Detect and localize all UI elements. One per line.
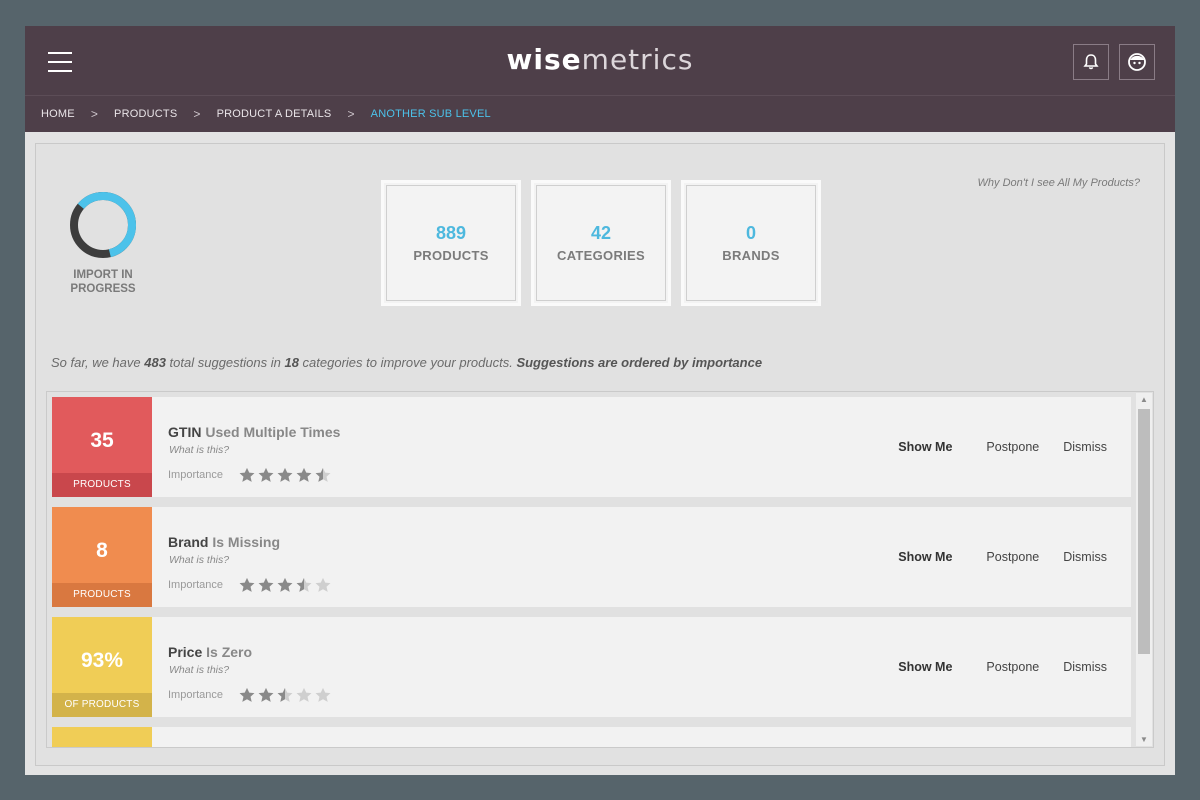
user-face-icon (1128, 53, 1146, 71)
importance-star-icon (296, 687, 312, 702)
importance-star-icon (258, 577, 274, 592)
stat-products-card[interactable]: 889 PRODUCTS (381, 180, 521, 306)
suggestion-badge: 8 PRODUCTS (52, 507, 152, 607)
suggestion-card: 8 PRODUCTS Brand Is Missing What is this? Im… (52, 507, 1131, 607)
import-progress-label: IMPORT IN PROGRESS (70, 269, 136, 295)
badge-value: 8 (96, 539, 108, 562)
stat-value: 0 (745, 223, 756, 243)
suggestion-card: 35 PRODUCTS GTIN Used Multiple Times What i… (52, 397, 1131, 497)
notifications-button[interactable] (1073, 44, 1109, 80)
scrollbar[interactable]: ▲ ▼ (1136, 393, 1152, 746)
importance-stars (238, 467, 333, 483)
show-me-button[interactable]: Show Me (898, 550, 952, 564)
importance-star-icon (239, 467, 255, 482)
scrollbar-thumb[interactable] (1138, 409, 1150, 654)
breadcrumb-products[interactable]: PRODUCTS (114, 108, 177, 120)
profile-button[interactable] (1119, 44, 1155, 80)
stat-categories-card[interactable]: 42 CATEGORIES (531, 180, 671, 306)
importance-star-icon (239, 577, 255, 592)
suggestion-actions: Show Me Postpone Dismiss (898, 660, 1107, 674)
import-progress: IMPORT IN PROGRESS (58, 190, 148, 296)
stat-value: 889 (435, 223, 467, 243)
suggestion-title: GTIN Used Multiple Times (168, 424, 341, 440)
donut-progress-arc (70, 192, 136, 258)
badge-label: PRODUCTS (52, 473, 152, 497)
suggestion-card: 93% OF PRODUCTS Price Is Zero What is this?… (52, 617, 1131, 717)
postpone-button[interactable]: Postpone (986, 550, 1039, 564)
importance-stars (238, 687, 333, 703)
suggestion-badge: 35 PRODUCTS (52, 397, 152, 497)
badge-value: 93% (80, 649, 124, 672)
what-is-this-link[interactable]: What is this? (169, 444, 229, 456)
wisemetrics-logo: wisemetrics (506, 43, 694, 76)
badge-label: OF PRODUCTS (52, 693, 152, 717)
why-products-link[interactable]: Why Don't I see All My Products? (978, 177, 1140, 189)
dismiss-button[interactable]: Dismiss (1063, 660, 1107, 674)
chevron-right-icon: > (90, 107, 99, 121)
content-panel: IMPORT IN PROGRESS 889 PRODUCTS 42 CATEGO… (35, 143, 1165, 766)
dismiss-button[interactable]: Dismiss (1063, 550, 1107, 564)
suggestions-list: 35 PRODUCTS GTIN Used Multiple Times What i… (46, 391, 1154, 748)
suggestion-card (52, 727, 1131, 747)
suggestion-badge (52, 727, 152, 747)
badge-label: PRODUCTS (52, 583, 152, 607)
import-progress-donut (70, 192, 136, 258)
badge-value: 35 (90, 429, 114, 452)
suggestion-title: Price Is Zero (168, 644, 253, 660)
importance-label: Importance (168, 689, 224, 701)
postpone-button[interactable]: Postpone (986, 440, 1039, 454)
suggestion-actions: Show Me Postpone Dismiss (898, 440, 1107, 454)
breadcrumb-product-a-details[interactable]: PRODUCT A DETAILS (217, 108, 332, 120)
stat-label: BRANDS (722, 248, 780, 263)
importance-star-icon (258, 467, 274, 482)
top-header: wisemetrics (25, 26, 1175, 95)
suggestion-badge: 93% OF PRODUCTS (52, 617, 152, 717)
importance-star-icon (277, 577, 293, 592)
suggestion-title: Brand Is Missing (168, 534, 281, 550)
chevron-right-icon: > (193, 107, 201, 121)
what-is-this-link[interactable]: What is this? (169, 554, 229, 566)
chevron-right-icon: > (347, 107, 355, 121)
breadcrumb: HOME > PRODUCTS > PRODUCT A DETAILS > AN… (25, 95, 1175, 132)
scroll-down-icon[interactable]: ▼ (1140, 735, 1148, 744)
postpone-button[interactable]: Postpone (986, 660, 1039, 674)
importance-star-icon (258, 687, 274, 702)
importance-star-icon (277, 467, 293, 482)
importance-stars (238, 577, 333, 593)
scroll-up-icon[interactable]: ▲ (1140, 395, 1148, 404)
importance-label: Importance (168, 469, 224, 481)
importance-star-icon (296, 577, 312, 592)
suggestion-actions: Show Me Postpone Dismiss (898, 550, 1107, 564)
stat-label: PRODUCTS (413, 248, 489, 263)
summary-text: So far, we have 483 total suggestions in… (51, 355, 763, 370)
bell-icon (1083, 54, 1099, 70)
importance-star-icon (315, 687, 331, 702)
importance-star-icon (315, 577, 331, 592)
stat-value: 42 (590, 223, 612, 243)
dismiss-button[interactable]: Dismiss (1063, 440, 1107, 454)
importance-star-icon (239, 687, 255, 702)
importance-label: Importance (168, 579, 224, 591)
app-window: wisemetrics HOME > PRODUCTS > PRODUCT A … (25, 26, 1175, 775)
importance-star-icon (277, 687, 293, 702)
show-me-button[interactable]: Show Me (898, 440, 952, 454)
importance-star-icon (315, 467, 331, 482)
breadcrumb-current: ANOTHER SUB LEVEL (370, 108, 491, 120)
breadcrumb-home[interactable]: HOME (41, 108, 75, 120)
stat-label: CATEGORIES (557, 248, 645, 263)
what-is-this-link[interactable]: What is this? (169, 664, 229, 676)
importance-star-icon (296, 467, 312, 482)
stat-brands-card[interactable]: 0 BRANDS (681, 180, 821, 306)
show-me-button[interactable]: Show Me (898, 660, 952, 674)
